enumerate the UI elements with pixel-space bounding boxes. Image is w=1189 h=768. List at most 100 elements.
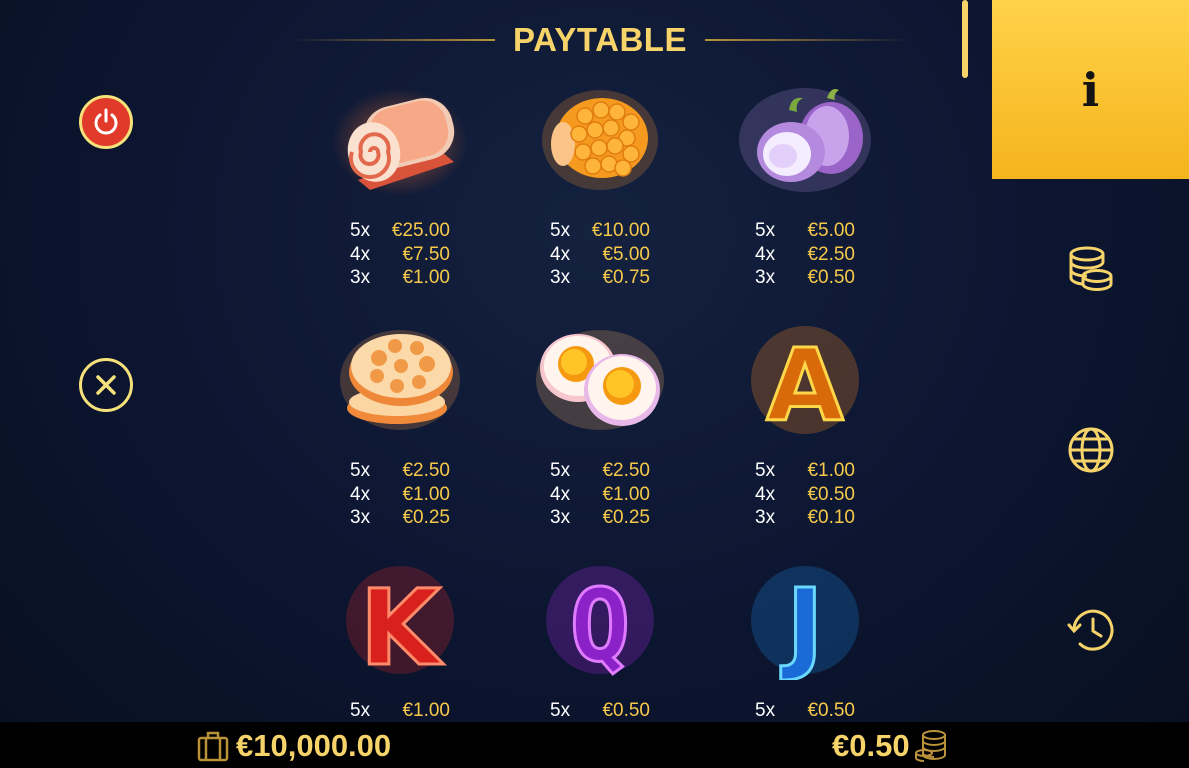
payout-amount: €5.00 [807, 220, 855, 241]
payout-row: 5x €0.50 [705, 700, 905, 724]
corn-icon [525, 70, 675, 210]
letter-a-icon: A [730, 310, 880, 450]
multiplier-label: 5x [755, 220, 776, 241]
bet-display[interactable]: €0.50 [832, 726, 948, 766]
coins-icon [1069, 246, 1112, 292]
bottom-bar [0, 722, 1189, 768]
page-title: PAYTABLE [513, 21, 687, 58]
payout-list: 5x €10.00 4x €5.00 3x €0.75 [500, 220, 700, 291]
coins-stack-icon [914, 730, 946, 762]
multiplier-label: 3x [755, 507, 776, 528]
multiplier-label: 5x [350, 220, 371, 241]
paytable-cell: 5x €2.50 4x €1.00 3x €0.25 [300, 310, 500, 540]
multiplier-label: 5x [755, 460, 776, 481]
multiplier-label: 4x [550, 243, 571, 265]
paytable-cell: 5x €10.00 4x €5.00 3x €0.75 [500, 70, 700, 300]
payout-row: 4x €0.50 [705, 484, 905, 508]
payout-amount: €0.50 [807, 483, 855, 505]
letter-a-glyph: A [766, 327, 843, 440]
title-divider-right [704, 39, 911, 41]
payout-amount: €2.50 [602, 460, 650, 481]
meat-roll-icon [325, 70, 475, 210]
payout-amount: €1.00 [402, 483, 450, 505]
multiplier-label: 3x [550, 267, 571, 288]
letter-j-icon: J [730, 550, 880, 690]
payout-amount: €1.00 [402, 700, 450, 721]
multiplier-label: 5x [755, 700, 776, 721]
payout-row: 4x €7.50 [300, 244, 500, 268]
multiplier-label: 5x [350, 700, 371, 721]
payout-amount: €1.00 [602, 483, 650, 505]
payout-amount: €2.50 [807, 243, 855, 265]
multiplier-label: 3x [350, 267, 371, 288]
payout-row: 3x €0.10 [705, 507, 905, 531]
bet-settings-tab[interactable] [992, 180, 1189, 360]
history-tab[interactable] [992, 540, 1189, 720]
lotus-root-icon [325, 310, 475, 450]
balance-display: €10,000.00 [196, 726, 391, 766]
multiplier-label: 5x [350, 460, 371, 481]
payout-list: 5x €1.00 4x €0.50 3x €0.10 [705, 460, 905, 531]
multiplier-label: 4x [550, 483, 571, 505]
side-menu: i [992, 0, 1189, 722]
payout-amount: €2.50 [402, 460, 450, 481]
multiplier-label: 3x [350, 507, 371, 528]
wallet-icon [197, 731, 229, 762]
payout-list: 5x €0.50 [500, 700, 700, 724]
payout-list: 5x €1.00 [300, 700, 500, 724]
history-icon [1067, 609, 1113, 651]
payout-row: 3x €0.25 [500, 507, 700, 531]
payout-amount: €0.50 [602, 700, 650, 721]
payout-row: 5x €1.00 [705, 460, 905, 484]
power-icon [94, 108, 118, 135]
payout-row: 4x €1.00 [300, 484, 500, 508]
letter-q-glyph: Q [570, 567, 630, 680]
payout-amount: €1.00 [402, 267, 450, 288]
globe-icon [1068, 427, 1113, 473]
multiplier-label: 3x [550, 507, 571, 528]
payout-amount: €25.00 [391, 220, 450, 241]
info-tab[interactable]: i [992, 0, 1189, 179]
balance-value: €10,000.00 [236, 728, 392, 763]
payout-list: 5x €25.00 4x €7.50 3x €1.00 [300, 220, 500, 291]
payout-list: 5x €5.00 4x €2.50 3x €0.50 [705, 220, 905, 291]
multiplier-label: 4x [350, 483, 371, 505]
payout-amount: €0.75 [602, 267, 650, 288]
scrollbar-thumb[interactable] [962, 0, 968, 78]
payout-row: 5x €5.00 [705, 220, 905, 244]
payout-amount: €1.00 [807, 460, 855, 481]
paytable-cell: A 5x €1.00 4x €0.50 3x €0.10 [705, 310, 905, 540]
multiplier-label: 5x [550, 460, 571, 481]
payout-row: 3x €0.50 [705, 267, 905, 291]
payout-amount: €10.00 [591, 220, 650, 241]
letter-q-icon: Q [525, 550, 675, 690]
paytable-cell: 5x €25.00 4x €7.50 3x €1.00 [300, 70, 500, 300]
power-button[interactable] [79, 95, 133, 149]
letter-j-glyph: J [780, 567, 823, 680]
payout-amount: €0.50 [807, 700, 855, 721]
close-button[interactable] [79, 358, 133, 412]
payout-amount: €0.10 [807, 507, 855, 528]
multiplier-label: 3x [755, 267, 776, 288]
egg-icon [525, 310, 675, 450]
multiplier-label: 5x [550, 220, 571, 241]
payout-amount: €5.00 [602, 243, 650, 265]
payout-list: 5x €0.50 [705, 700, 905, 724]
payout-row: 5x €1.00 [300, 700, 500, 724]
payout-row: 3x €0.75 [500, 267, 700, 291]
payout-row: 5x €2.50 [500, 460, 700, 484]
letter-k-icon: K [325, 550, 475, 690]
multiplier-label: 5x [550, 700, 571, 721]
title-divider-left [290, 39, 496, 41]
language-tab[interactable] [992, 360, 1189, 540]
close-icon [96, 375, 116, 395]
payout-row: 3x €1.00 [300, 267, 500, 291]
payout-row: 5x €0.50 [500, 700, 700, 724]
payout-row: 4x €2.50 [705, 244, 905, 268]
paytable-grid: 5x €25.00 4x €7.50 3x €1.00 5x €10.00 4x €5.0… [300, 70, 920, 722]
payout-amount: €0.50 [807, 267, 855, 288]
payout-row: 5x €25.00 [300, 220, 500, 244]
payout-row: 4x €1.00 [500, 484, 700, 508]
payout-row: 5x €10.00 [500, 220, 700, 244]
payout-list: 5x €2.50 4x €1.00 3x €0.25 [300, 460, 500, 531]
